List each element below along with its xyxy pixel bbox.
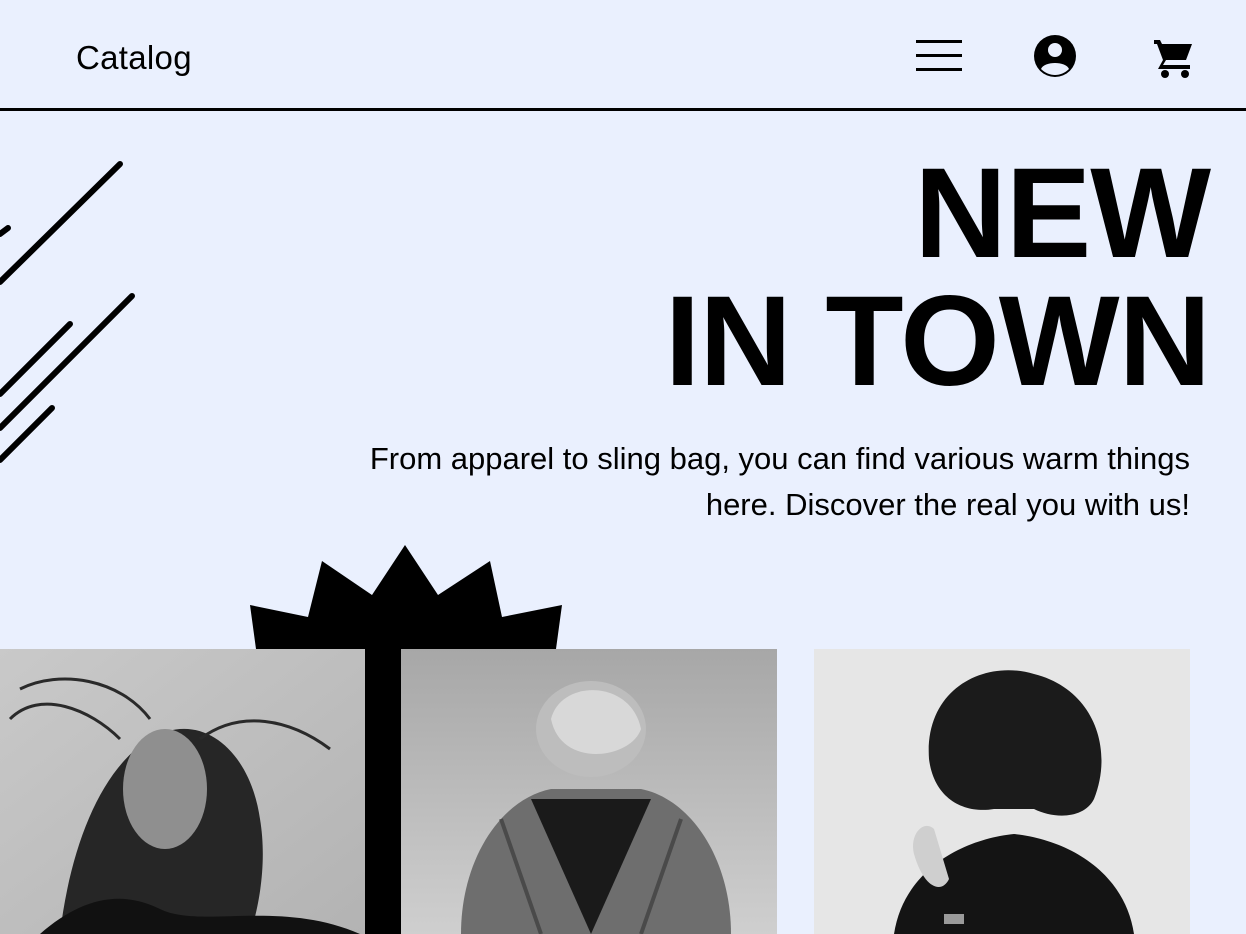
headline-line-1: NEW: [914, 142, 1211, 285]
account-icon[interactable]: [1032, 33, 1078, 79]
decorative-bar: [365, 648, 402, 934]
hero-tagline: From apparel to sling bag, you can find …: [369, 441, 1190, 522]
product-photo-woman-bob-hair[interactable]: [814, 649, 1190, 934]
brand-logo[interactable]: Catalog: [76, 38, 192, 78]
decorative-lines: [0, 150, 150, 480]
product-photo-woman-tweed-jacket[interactable]: [401, 649, 777, 934]
menu-icon[interactable]: [914, 36, 966, 76]
top-navbar: Catalog: [0, 0, 1246, 111]
product-photo-woman-windblown-hair[interactable]: [0, 649, 365, 934]
starburst-shape: [250, 545, 562, 651]
hero-headline: NEW IN TOWN: [664, 142, 1211, 413]
headline-line-2: IN TOWN: [664, 270, 1211, 413]
cart-icon[interactable]: [1150, 34, 1196, 80]
